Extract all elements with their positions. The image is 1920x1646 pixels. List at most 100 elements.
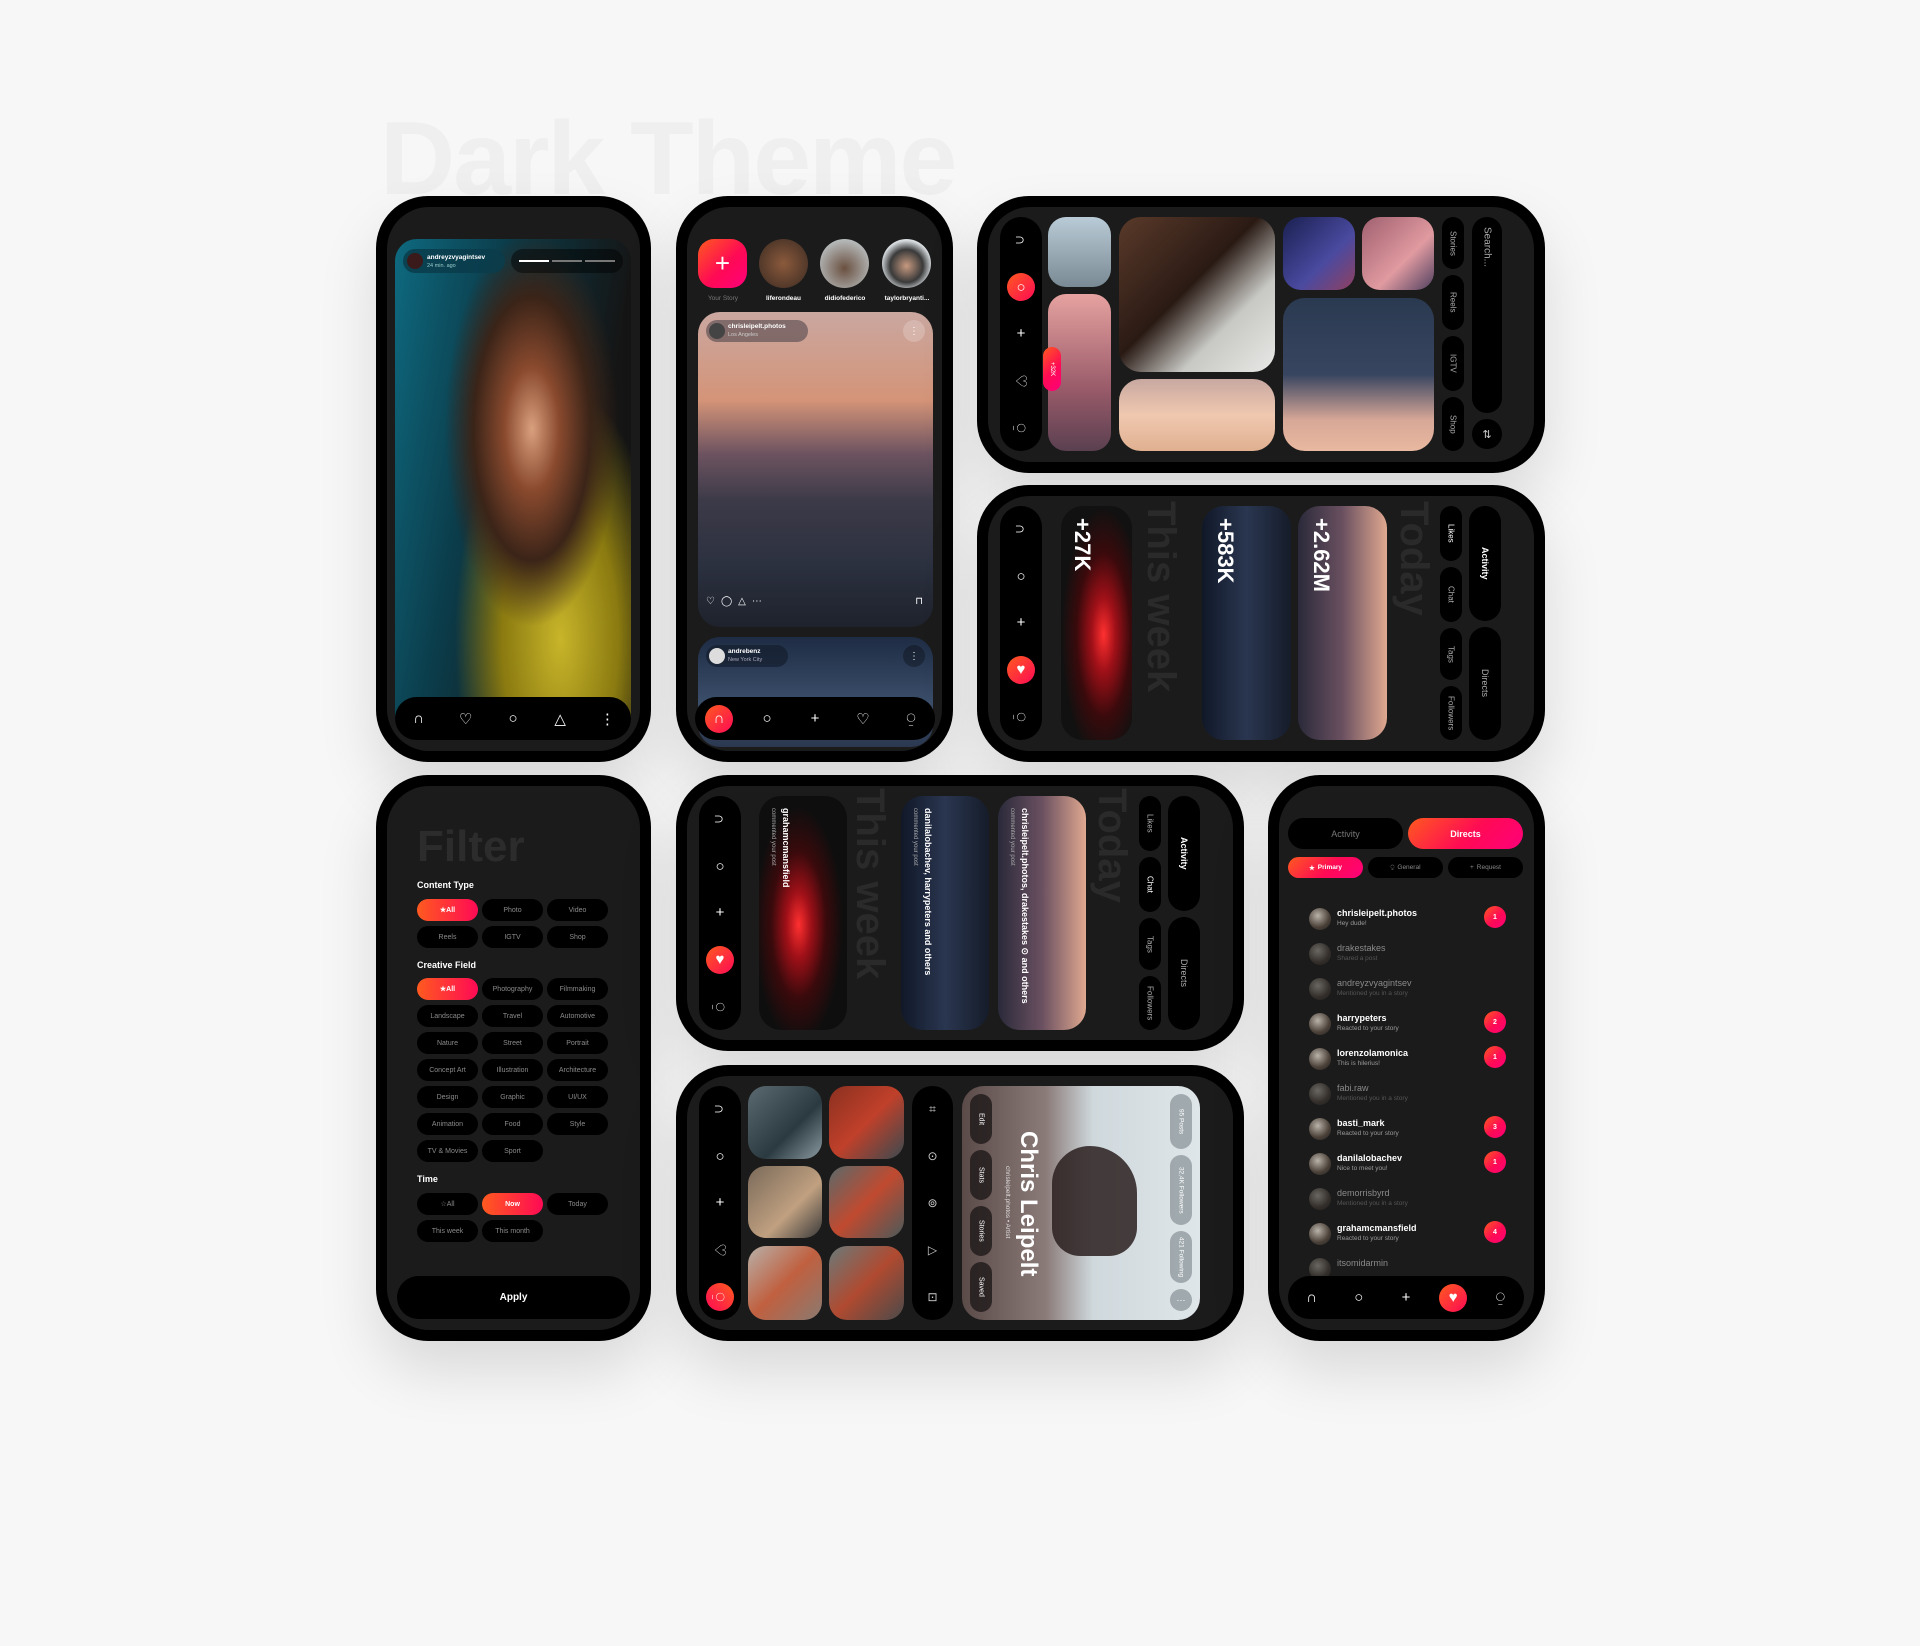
filter-chip[interactable]: Architecture xyxy=(547,1059,608,1081)
home-icon[interactable]: ∩ xyxy=(1007,226,1035,254)
heart-icon[interactable]: ♥ xyxy=(1007,655,1035,684)
message-row[interactable]: chrisleipelt.photos Hey dude! 1 xyxy=(1309,906,1514,936)
filter-chip[interactable]: TV & Movies xyxy=(417,1140,478,1162)
grid-photo[interactable] xyxy=(829,1086,904,1159)
filter-chip[interactable]: Automotive xyxy=(547,1005,608,1027)
message-row[interactable]: fabi.raw Mentioned you in a story xyxy=(1309,1081,1514,1111)
subtab-request[interactable]: + Request xyxy=(1448,857,1523,878)
filter-chip[interactable]: Graphic xyxy=(482,1086,543,1108)
filter-chip[interactable]: Travel xyxy=(482,1005,543,1027)
story-avatar[interactable] xyxy=(820,239,869,288)
filter-chip[interactable]: Street xyxy=(482,1032,543,1054)
filter-chip[interactable]: Nature xyxy=(417,1032,478,1054)
play-icon[interactable]: ▷ xyxy=(919,1236,947,1264)
post-more-button[interactable]: ⋮ xyxy=(903,320,925,342)
tab-stories[interactable]: Stories xyxy=(1442,217,1464,269)
edit-button[interactable]: Edit xyxy=(970,1094,992,1144)
home-icon[interactable]: ∩ xyxy=(1298,1284,1326,1312)
message-row[interactable]: basti_mark Reacted to your story 3 xyxy=(1309,1116,1514,1146)
grid-icon[interactable]: ⌗ xyxy=(919,1095,947,1123)
tab-followers[interactable]: Followers xyxy=(1139,976,1161,1030)
filter-button[interactable]: ⇅ xyxy=(1472,419,1502,449)
tagged-icon[interactable]: ⊙ xyxy=(919,1142,947,1170)
tab-likes[interactable]: Likes xyxy=(1440,506,1462,561)
search-icon[interactable]: ○ xyxy=(1007,562,1035,590)
explore-image[interactable] xyxy=(1283,298,1434,451)
post-user-pill[interactable]: chrisleipelt.photos Los Angeles xyxy=(706,320,808,342)
grid-photo[interactable] xyxy=(829,1246,904,1320)
send-icon[interactable]: △ xyxy=(546,705,574,733)
profile-icon[interactable]: ⍜ xyxy=(1007,703,1035,731)
message-row[interactable]: andreyzvyagintsev Mentioned you in a stor… xyxy=(1309,976,1514,1006)
reels-icon[interactable]: ⊚ xyxy=(919,1189,947,1217)
filter-chip[interactable]: Animation xyxy=(417,1113,478,1135)
tab-chat[interactable]: Chat xyxy=(1440,567,1462,622)
home-icon[interactable]: ∩ xyxy=(706,1095,734,1123)
explore-image[interactable] xyxy=(1362,217,1434,290)
profile-icon[interactable]: ⍜ xyxy=(706,993,734,1021)
bookmark-icon[interactable]: ⊓ xyxy=(915,596,923,607)
add-icon[interactable]: + xyxy=(1392,1284,1420,1312)
tab-igtv[interactable]: IGTV xyxy=(1442,336,1464,391)
grid-photo[interactable] xyxy=(829,1166,904,1238)
filter-chip[interactable]: Illustration xyxy=(482,1059,543,1081)
tab-directs[interactable]: Directs xyxy=(1408,818,1523,849)
tab-activity[interactable]: Activity xyxy=(1469,506,1501,621)
comment-card[interactable]: chrisleipelt.photos, drakestakes ⊙ and o… xyxy=(998,796,1086,1030)
filter-chip[interactable]: Filmmaking xyxy=(547,978,608,1000)
filter-chip[interactable]: Design xyxy=(417,1086,478,1108)
tab-tags[interactable]: Tags xyxy=(1139,918,1161,970)
comment-icon[interactable]: ◯ xyxy=(721,596,732,607)
profile-icon[interactable]: ⍜ xyxy=(706,1282,734,1311)
add-icon[interactable]: + xyxy=(706,899,734,927)
explore-image[interactable] xyxy=(1048,217,1111,287)
filter-chip[interactable]: Landscape xyxy=(417,1005,478,1027)
message-row[interactable]: demorrisbyrd Mentioned you in a story xyxy=(1309,1186,1514,1216)
tab-tags[interactable]: Tags xyxy=(1440,628,1462,680)
apply-button[interactable]: Apply xyxy=(397,1276,630,1319)
message-row[interactable]: lorenzolamonica This is hilerius! 1 xyxy=(1309,1046,1514,1076)
following-stat[interactable]: 421 Following xyxy=(1170,1231,1192,1283)
heart-icon[interactable]: ♡ xyxy=(849,705,877,733)
followers-stat[interactable]: 32,4K Followers xyxy=(1170,1155,1192,1225)
heart-icon[interactable]: ♥ xyxy=(706,945,734,974)
post-card[interactable]: chrisleipelt.photos Los Angeles ⋮ ♡ ◯ △ ⋯ ⊓ xyxy=(698,312,933,627)
heart-icon[interactable]: ♡ xyxy=(1007,367,1035,395)
story-avatar[interactable] xyxy=(882,239,931,288)
grid-photo[interactable] xyxy=(748,1246,822,1320)
more-icon[interactable]: ⋮ xyxy=(593,705,621,733)
post-user-pill[interactable]: andrebenz New York City xyxy=(706,645,788,667)
filter-chip[interactable]: Today xyxy=(547,1193,608,1215)
more-button[interactable]: ⋯ xyxy=(1170,1289,1192,1311)
filter-chip[interactable]: Photo xyxy=(482,899,543,921)
explore-image[interactable] xyxy=(1119,379,1275,451)
filter-chip[interactable]: Now xyxy=(482,1193,543,1215)
add-icon[interactable]: + xyxy=(1007,609,1035,637)
home-icon[interactable]: ∩ xyxy=(705,704,733,733)
explore-image[interactable] xyxy=(1119,217,1275,372)
add-icon[interactable]: + xyxy=(801,705,829,733)
comment-card[interactable]: danilalobachev, harrypeters and others c… xyxy=(901,796,989,1030)
add-icon[interactable]: + xyxy=(706,1189,734,1217)
stat-card[interactable]: +27K xyxy=(1061,506,1132,740)
tab-shop[interactable]: Shop xyxy=(1442,397,1464,451)
grid-photo[interactable] xyxy=(748,1166,822,1238)
stat-card[interactable]: +583K xyxy=(1202,506,1291,740)
post-more-button[interactable]: ⋮ xyxy=(903,645,925,667)
tab-activity[interactable]: Activity xyxy=(1288,818,1403,849)
stats-button[interactable]: Stats xyxy=(970,1150,992,1200)
heart-icon[interactable]: ♥ xyxy=(1439,1283,1468,1312)
filter-chip[interactable]: Photography xyxy=(482,978,543,1000)
filter-chip[interactable]: Food xyxy=(482,1113,543,1135)
search-icon[interactable]: ○ xyxy=(1345,1284,1373,1312)
filter-chip[interactable]: Reels xyxy=(417,926,478,948)
message-row[interactable]: grahamcmansfield Reacted to your story 4 xyxy=(1309,1221,1514,1251)
profile-icon[interactable]: ⍜ xyxy=(1486,1284,1514,1312)
heart-icon[interactable]: ♡ xyxy=(706,1236,734,1264)
filter-chip[interactable]: ★ All xyxy=(417,978,478,1000)
story-user-pill[interactable]: andreyzvyagintsev 24 min. ago xyxy=(403,249,505,273)
message-row[interactable]: harrypeters Reacted to your story 2 xyxy=(1309,1011,1514,1041)
shop-icon[interactable]: ⊡ xyxy=(919,1283,947,1311)
more-icon[interactable]: ⋯ xyxy=(752,596,762,607)
explore-image[interactable] xyxy=(1283,217,1355,290)
